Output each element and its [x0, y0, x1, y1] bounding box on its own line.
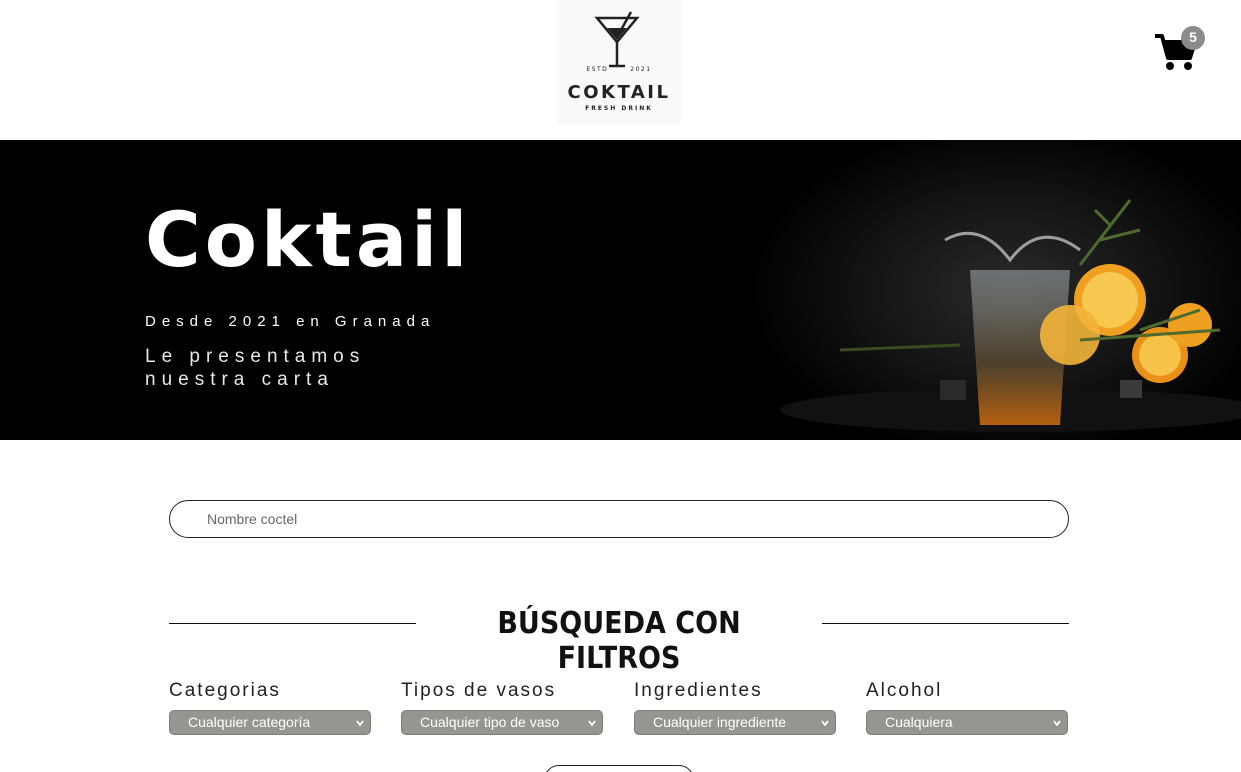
filter-label: Categorias: [169, 680, 281, 701]
hero-banner: Coktail Desde 2021 en Granada Le present…: [0, 140, 1241, 440]
cocktail-photo-illustration: [780, 199, 1241, 432]
hero-tagline-line2: nuestra carta: [145, 369, 334, 390]
cocktail-glass-icon: [594, 11, 640, 68]
filter-label: Tipos de vasos: [401, 680, 557, 701]
search-submit-button[interactable]: [544, 765, 694, 772]
filter-categories: Categorias Cualquier categoría: [169, 680, 372, 735]
ingredient-select[interactable]: Cualquier ingrediente: [634, 710, 836, 735]
site-header: ESTD 2021 COKTAIL FRESH DRINK 5: [0, 0, 1241, 140]
hero-cocktail-image: [640, 140, 1241, 440]
cocktail-search-input[interactable]: [169, 500, 1069, 538]
select-value: Cualquier ingrediente: [653, 714, 787, 730]
chevron-down-icon: [356, 720, 364, 727]
filters-heading: BÚSQUEDA CON FILTROS: [497, 606, 741, 676]
chevron-down-icon: [588, 720, 596, 727]
hero-subtitle: Desde 2021 en Granada: [145, 313, 436, 330]
select-value: Cualquier categoría: [188, 714, 311, 730]
divider-left: [169, 623, 416, 624]
alcohol-select[interactable]: Cualquiera: [866, 710, 1068, 735]
hero-tagline: Le presentamos nuestra carta: [145, 345, 365, 391]
hero-title: Coktail: [145, 195, 472, 284]
filter-ingredients: Ingredientes Cualquier ingrediente: [634, 680, 837, 735]
filter-glass-types: Tipos de vasos Cualquier tipo de vaso: [401, 680, 604, 735]
logo-tagline: FRESH DRINK: [585, 105, 653, 112]
select-value: Cualquier tipo de vaso: [420, 714, 560, 730]
filter-label: Alcohol: [866, 680, 943, 701]
cart-count-badge: 5: [1181, 26, 1205, 50]
glass-type-select[interactable]: Cualquier tipo de vaso: [401, 710, 603, 735]
filter-alcohol: Alcohol Cualquiera: [866, 680, 1069, 735]
hero-tagline-line1: Le presentamos: [145, 346, 366, 367]
logo-estd: ESTD 2021: [586, 66, 652, 73]
logo-brand-name: COKTAIL: [567, 82, 671, 103]
category-select[interactable]: Cualquier categoría: [169, 710, 371, 735]
select-value: Cualquiera: [885, 714, 953, 730]
chevron-down-icon: [821, 720, 829, 727]
brand-logo[interactable]: ESTD 2021 COKTAIL FRESH DRINK: [557, 0, 681, 124]
chevron-down-icon: [1053, 720, 1061, 727]
divider-right: [822, 623, 1069, 624]
filter-label: Ingredientes: [634, 680, 763, 701]
